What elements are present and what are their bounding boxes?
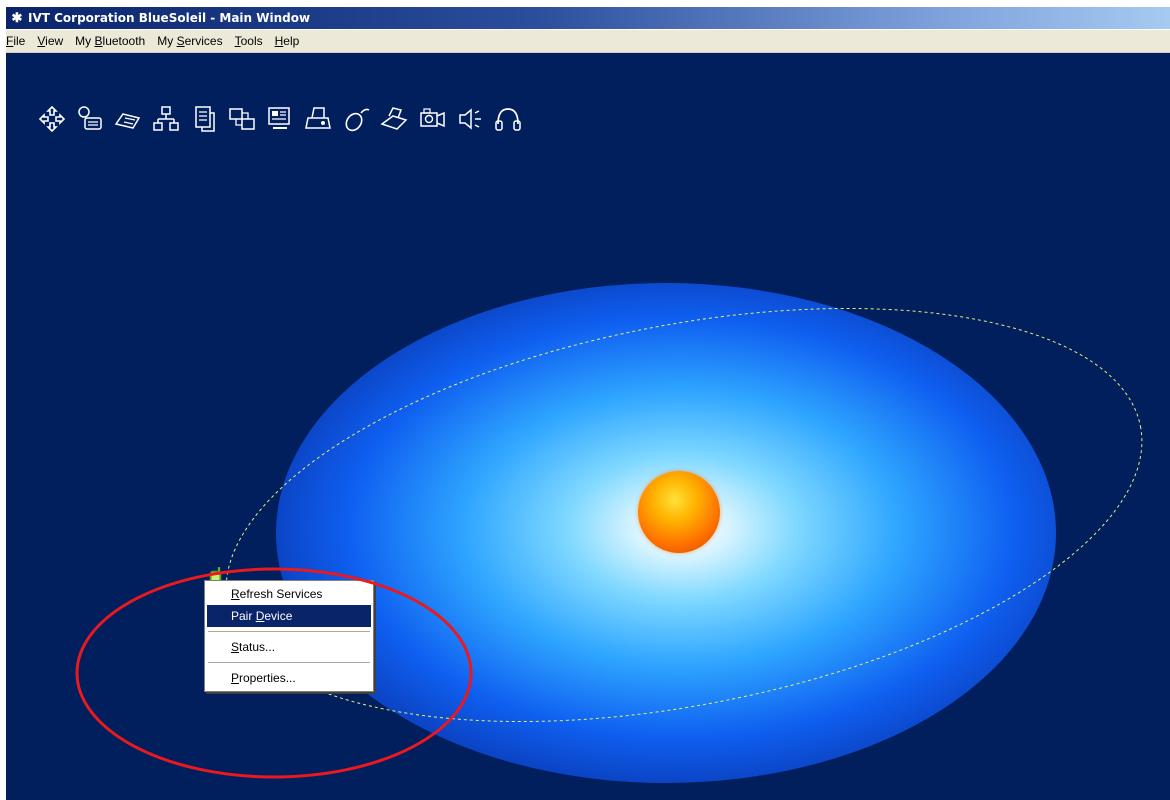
printer-service-button[interactable] [302,103,334,135]
lan-access-icon [153,106,179,131]
headset-service-button[interactable] [492,103,524,135]
menu-my-services[interactable]: My Services [151,31,228,51]
sync-service-button[interactable] [226,103,258,135]
menu-view[interactable]: View [31,31,69,51]
dialup-networking-icon [78,106,102,130]
device-orbit [225,307,1143,723]
menu-bar: File View My Bluetooth My Services Tools Help [6,30,1170,53]
bluetooth-canvas: Refresh Services Pair Device Status... Prop… [6,53,1170,800]
bluetooth-icon: ✱ [11,10,23,25]
sync-icon [229,108,255,130]
menu-separator [208,662,370,663]
service-toolbar [36,103,524,135]
main-window: ✱ IVT Corporation BlueSoleil - Main Wind… [6,7,1170,800]
dialup-networking-service-button[interactable] [74,103,106,135]
camera-imaging-icon [420,108,445,128]
audio-gateway-icon [459,108,481,130]
printer-icon [305,107,331,129]
object-push-service-button[interactable] [264,103,296,135]
context-menu-item[interactable]: Pair Device [207,605,371,627]
menu-help[interactable]: Help [269,31,306,51]
lan-access-service-button[interactable] [150,103,182,135]
camera-imaging-service-button[interactable] [416,103,448,135]
local-device-sphere[interactable] [638,471,720,553]
context-menu-item[interactable]: Refresh Services [207,583,371,605]
menu-tools[interactable]: Tools [229,31,269,51]
audio-gateway-service-button[interactable] [454,103,486,135]
headset-icon [495,108,521,131]
fax-icon [380,107,408,130]
menu-file[interactable]: File [6,31,31,51]
mouse-hid-service-button[interactable] [340,103,372,135]
network-access-icon [38,105,66,133]
network-access-service-button[interactable] [36,103,68,135]
window-title: IVT Corporation BlueSoleil - Main Window [28,11,311,25]
file-transfer-icon [195,106,215,132]
context-menu-item[interactable]: Status... [207,636,371,658]
serial-port-service-button[interactable] [112,103,144,135]
mouse-hid-icon [345,108,370,132]
menu-separator [208,631,370,632]
serial-port-icon [114,113,141,129]
device-context-menu: Refresh Services Pair Device Status... Prop… [204,580,374,692]
fax-service-button[interactable] [378,103,410,135]
menu-my-bluetooth[interactable]: My Bluetooth [69,31,151,51]
object-push-icon [268,107,290,129]
context-menu-item[interactable]: Properties... [207,667,371,689]
title-bar[interactable]: ✱ IVT Corporation BlueSoleil - Main Wind… [6,7,1170,29]
file-transfer-service-button[interactable] [188,103,220,135]
